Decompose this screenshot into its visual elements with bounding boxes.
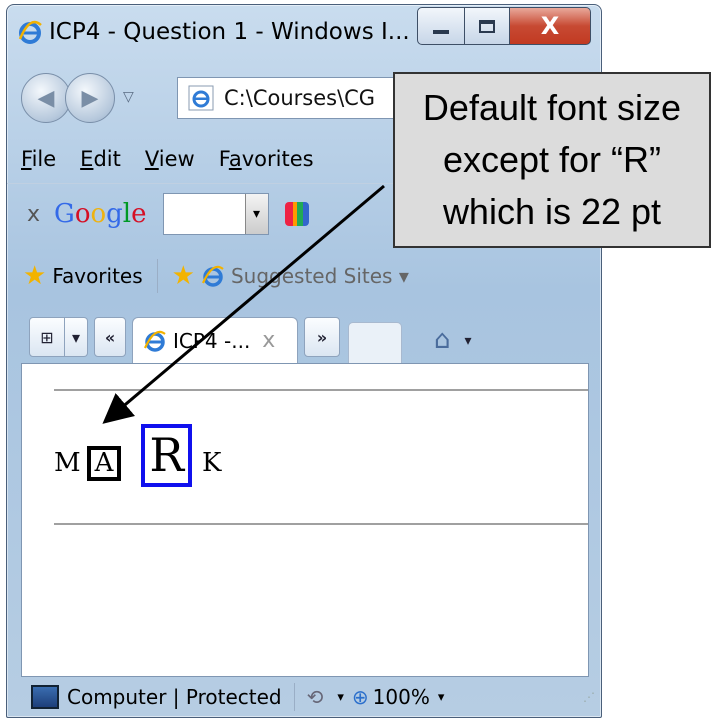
- tab-scroll-left[interactable]: «: [94, 317, 126, 357]
- close-icon: X: [540, 12, 560, 40]
- menu-favorites[interactable]: Favorites: [219, 147, 314, 171]
- grid-icon: ⊞: [40, 327, 54, 347]
- callout-line-1: Default font size: [422, 87, 682, 128]
- suggested-sites[interactable]: ★ Suggested Sites ▾: [172, 261, 409, 291]
- back-button[interactable]: ◀: [21, 73, 71, 123]
- zoom-level[interactable]: 100%: [373, 685, 430, 709]
- resize-grip-icon[interactable]: ⋰: [583, 690, 595, 704]
- favorites-button[interactable]: ★ Favorites: [23, 261, 143, 291]
- page-content: M A R K: [21, 363, 589, 677]
- computer-icon: [31, 685, 59, 709]
- favorites-bar: ★ Favorites ★ Suggested Sites ▾: [7, 245, 601, 307]
- tab-list-dropdown[interactable]: ▾: [65, 317, 88, 357]
- annotation-callout: Default font size except for “R” which i…: [393, 72, 711, 248]
- add-favorite-icon[interactable]: ★: [172, 261, 195, 291]
- google-search-dropdown[interactable]: ▾: [244, 194, 268, 234]
- back-arrow-icon: ◀: [37, 85, 55, 111]
- tab-close-icon[interactable]: x: [262, 328, 275, 353]
- tab-bar: ⊞ ▾ « ICP4 -... x » ⌂ ▾: [7, 307, 601, 363]
- favorites-separator: [156, 259, 158, 293]
- tab-label: ICP4 -...: [173, 328, 251, 353]
- google-logo: Google: [54, 199, 147, 229]
- horizontal-rule-top: [54, 389, 588, 391]
- letter-k: K: [202, 448, 222, 478]
- title-bar[interactable]: ICP4 - Question 1 - Windows I... X: [7, 5, 601, 59]
- home-dropdown[interactable]: ▾: [465, 333, 472, 349]
- home-icon[interactable]: ⌂: [434, 325, 451, 355]
- zoom-dropdown[interactable]: ▾: [438, 690, 445, 705]
- letter-row: M A R K: [54, 424, 221, 494]
- letter-r-highlighted: R: [141, 424, 193, 488]
- ie-logo-icon: [18, 20, 42, 44]
- callout-line-3: which is 22 pt: [442, 191, 662, 232]
- letter-a-highlighted: A: [86, 446, 122, 482]
- letter-m: M: [54, 448, 81, 478]
- address-url: C:\Courses\CG: [224, 86, 376, 110]
- new-tab-button[interactable]: [348, 322, 402, 363]
- protected-mode-dropdown[interactable]: ▾: [337, 690, 344, 705]
- close-button[interactable]: X: [510, 7, 591, 45]
- ie-logo-icon: [201, 265, 224, 287]
- callout-line-2: except for “R”: [442, 139, 662, 180]
- tab-icp4[interactable]: ICP4 -... x: [132, 317, 298, 363]
- window-title: ICP4 - Question 1 - Windows I...: [49, 19, 410, 45]
- maximize-icon: [479, 19, 495, 33]
- forward-arrow-icon: ▶: [81, 85, 99, 111]
- protected-mode-icon[interactable]: ⟲: [307, 685, 324, 709]
- menu-edit[interactable]: Edit: [80, 147, 121, 171]
- caption-buttons: X: [417, 7, 591, 45]
- minimize-icon: [433, 30, 449, 34]
- maximize-button[interactable]: [465, 7, 510, 45]
- minimize-button[interactable]: [417, 7, 465, 45]
- zoom-icon[interactable]: ⊕: [352, 685, 369, 709]
- ie-page-icon: [188, 85, 214, 111]
- google-search-input[interactable]: ▾: [162, 193, 269, 235]
- horizontal-rule-bottom: [54, 523, 588, 525]
- google-toolbar-close[interactable]: x: [27, 202, 40, 227]
- menu-view[interactable]: View: [145, 147, 195, 171]
- star-icon: ★: [23, 261, 47, 291]
- status-separator: [293, 683, 295, 711]
- status-bar: Computer | Protected ⟲ ▾ ⊕ 100% ▾ ⋰: [7, 677, 601, 717]
- ie-logo-icon: [143, 330, 166, 352]
- menu-file[interactable]: File: [21, 147, 56, 171]
- tab-scroll-right[interactable]: »: [304, 317, 340, 357]
- quick-tabs-button[interactable]: ⊞: [29, 317, 65, 357]
- forward-button[interactable]: ▶: [65, 73, 115, 123]
- recent-pages-dropdown[interactable]: ▽: [123, 89, 134, 105]
- security-zone[interactable]: Computer | Protected: [67, 685, 282, 709]
- google-apps-icon[interactable]: [284, 202, 309, 226]
